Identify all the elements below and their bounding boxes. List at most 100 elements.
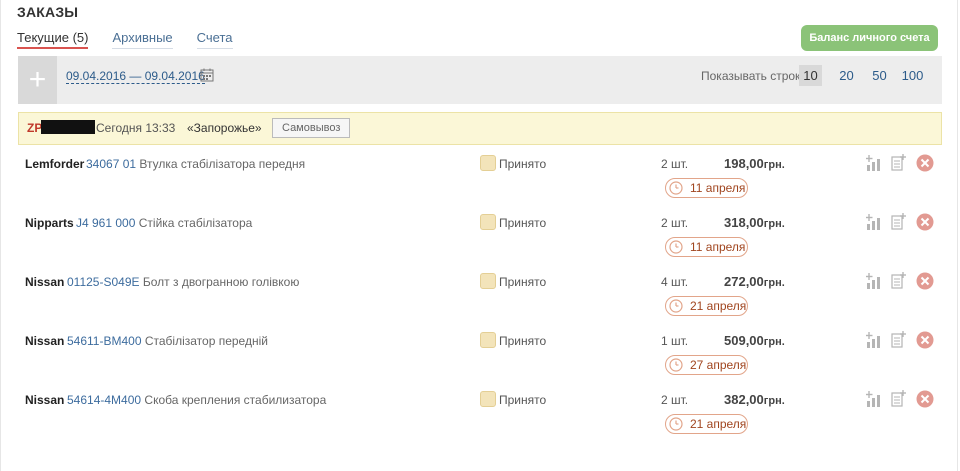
item-currency: грн. — [763, 218, 785, 230]
item-name: Стабілізатор передній — [144, 334, 268, 348]
item-status: Принято — [499, 275, 547, 289]
delete-icon[interactable] — [916, 272, 934, 290]
order-time: Сегодня 13:33 — [96, 121, 176, 135]
item-name: Скоба крепления стабилизатора — [144, 393, 327, 407]
delivery-type-badge[interactable]: Самовывоз — [272, 118, 351, 138]
item-part-number[interactable]: J4 961 000 — [76, 216, 135, 230]
tab-invoices[interactable]: Счета — [196, 30, 233, 49]
delivery-date: 21 апреля — [690, 417, 747, 431]
item-price-value: 382,00 — [724, 392, 764, 407]
delivery-date: 11 апреля — [690, 181, 746, 195]
item-quantity: 2 шт. — [661, 393, 689, 407]
rows-option-50[interactable]: 50 — [863, 65, 896, 86]
stats-icon[interactable] — [866, 154, 882, 171]
item-name: Стійка стабілізатора — [138, 216, 253, 230]
item-part-number[interactable]: 54614-4M400 — [67, 393, 141, 407]
item-status-checkbox[interactable] — [480, 155, 496, 171]
add-note-icon[interactable] — [891, 390, 906, 407]
delivery-date-badge: 11 апреля — [665, 178, 748, 198]
item-price-value: 272,00 — [724, 274, 764, 289]
item-quantity: 2 шт. — [661, 216, 689, 230]
item-currency: грн. — [763, 395, 785, 407]
orders-panel: ЗАКАЗЫ Текущие (5) Архивные Счета Баланс… — [0, 0, 958, 471]
item-status: Принято — [499, 393, 547, 407]
delete-icon[interactable] — [916, 390, 934, 408]
delete-icon[interactable] — [916, 154, 934, 172]
add-note-icon[interactable] — [891, 154, 906, 171]
clock-icon — [669, 240, 683, 254]
order-store: «Запорожье» — [187, 121, 262, 135]
delete-icon[interactable] — [916, 331, 934, 349]
item-part-number[interactable]: 54611-BM400 — [67, 334, 142, 348]
order-header: ZP Сегодня 13:33 «Запорожье» Самовывоз — [18, 112, 942, 145]
delivery-date-badge: 21 апреля — [665, 296, 748, 316]
calendar-icon[interactable] — [200, 68, 214, 82]
add-note-icon[interactable] — [891, 213, 906, 230]
rows-option-10[interactable]: 10 — [799, 65, 822, 86]
item-price: 318,00грн. — [724, 215, 785, 230]
item-price-value: 318,00 — [724, 215, 764, 230]
stats-icon[interactable] — [866, 331, 882, 348]
item-name: Втулка стабілізатора передня — [139, 157, 306, 171]
item-description: J4 961 000 Стійка стабілізатора — [76, 216, 252, 230]
item-price: 382,00грн. — [724, 392, 785, 407]
item-status-checkbox[interactable] — [480, 391, 496, 407]
item-price: 509,00грн. — [724, 333, 785, 348]
item-price: 272,00грн. — [724, 274, 785, 289]
redacted-order-number — [41, 120, 95, 134]
orders-toolbar: + 09.04.2016 — 09.04.2016 Показывать стр… — [18, 56, 942, 104]
rows-per-page-label: Показывать строк: — [701, 69, 804, 83]
delivery-date: 11 апреля — [690, 240, 746, 254]
item-name: Болт з двогранною голівкою — [142, 275, 300, 289]
delivery-date-badge: 11 апреля — [665, 237, 748, 257]
item-brand: Nissan — [25, 334, 65, 348]
stats-icon[interactable] — [866, 390, 882, 407]
item-description: 34067 01 Втулка стабілізатора передня — [86, 157, 305, 171]
clock-icon — [669, 299, 683, 313]
item-part-number[interactable]: 01125-S049E — [67, 275, 140, 289]
item-status: Принято — [499, 157, 547, 171]
item-part-number[interactable]: 34067 01 — [86, 157, 136, 171]
item-status-checkbox[interactable] — [480, 273, 496, 289]
item-brand: Nipparts — [25, 216, 74, 230]
add-note-icon[interactable] — [891, 272, 906, 289]
order-item-row: Nissan 01125-S049E Болт з двогранною гол… — [18, 271, 942, 329]
item-status-checkbox[interactable] — [480, 332, 496, 348]
clock-icon — [669, 181, 683, 195]
delivery-date-badge: 27 апреля — [665, 355, 748, 375]
plus-icon: + — [28, 63, 47, 96]
date-range-link[interactable]: 09.04.2016 — 09.04.2016 — [66, 69, 205, 84]
item-price-value: 509,00 — [724, 333, 764, 348]
item-status: Принято — [499, 334, 547, 348]
tab-archive[interactable]: Архивные — [112, 30, 173, 49]
rows-option-20[interactable]: 20 — [830, 65, 863, 86]
delivery-date: 21 апреля — [690, 299, 747, 313]
order-item-row: Lemforder 34067 01 Втулка стабілізатора … — [18, 153, 942, 211]
stats-icon[interactable] — [866, 213, 882, 230]
add-note-icon[interactable] — [891, 331, 906, 348]
item-currency: грн. — [763, 159, 785, 171]
item-brand: Nissan — [25, 393, 65, 407]
item-description: 01125-S049E Болт з двогранною голівкою — [67, 275, 299, 289]
order-item-row: Nissan 54611-BM400 Стабілізатор передній… — [18, 330, 942, 388]
item-brand: Lemforder — [25, 157, 85, 171]
item-status-checkbox[interactable] — [480, 214, 496, 230]
balance-button[interactable]: Баланс личного счета — [801, 25, 938, 51]
clock-icon — [669, 358, 683, 372]
orders-tabs: Текущие (5) Архивные Счета — [17, 30, 233, 49]
clock-icon — [669, 417, 683, 431]
delivery-date: 27 апреля — [690, 358, 747, 372]
item-brand: Nissan — [25, 275, 65, 289]
item-description: 54614-4M400 Скоба крепления стабилизатор… — [67, 393, 326, 407]
tab-current[interactable]: Текущие (5) — [17, 30, 89, 49]
stats-icon[interactable] — [866, 272, 882, 289]
rows-option-100[interactable]: 100 — [896, 65, 929, 86]
order-item-row: Nipparts J4 961 000 Стійка стабілізатора… — [18, 212, 942, 270]
item-quantity: 1 шт. — [661, 334, 689, 348]
item-price: 198,00грн. — [724, 156, 785, 171]
item-currency: грн. — [763, 336, 785, 348]
delete-icon[interactable] — [916, 213, 934, 231]
item-status: Принято — [499, 216, 547, 230]
add-order-button[interactable]: + — [18, 56, 57, 104]
item-description: 54611-BM400 Стабілізатор передній — [67, 334, 268, 348]
